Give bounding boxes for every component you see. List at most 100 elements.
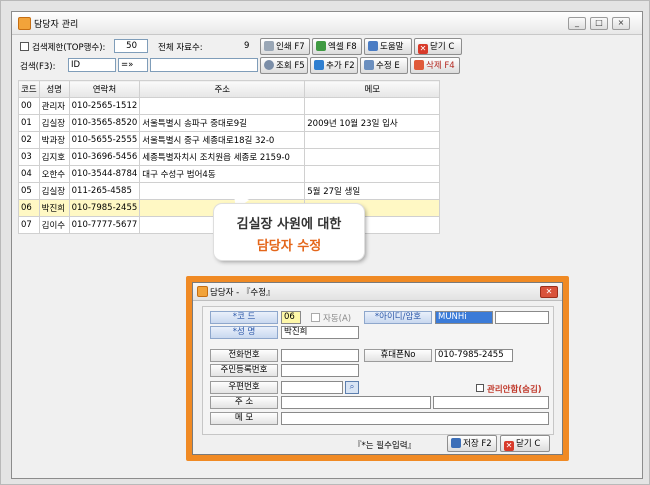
app-icon <box>18 17 31 30</box>
help-label: 도움말 <box>380 42 404 52</box>
table-cell: 대구 수성구 범어4동 <box>139 165 306 183</box>
table-cell: 서울특별시 송파구 중대로9길 <box>139 114 306 132</box>
admin-hide-label: 관리안함(숨김) <box>487 385 542 395</box>
code-field[interactable]: 06 <box>281 311 301 324</box>
save-button[interactable]: 저장 F2 <box>447 435 497 452</box>
table-cell: 김이수 <box>38 216 70 234</box>
help-book-icon <box>368 41 378 51</box>
table-cell <box>304 148 441 166</box>
rrn-label: 주민등록번호 <box>210 364 278 377</box>
plus-icon <box>314 60 324 70</box>
table-cell: 2009년 10월 23일 입사 <box>304 114 441 132</box>
search-limit-label: 검색제한(TOP행수): <box>32 43 106 53</box>
table-cell: 관리자 <box>38 97 70 115</box>
auto-label: 자동(A) <box>323 314 352 324</box>
close-button[interactable]: ✕ 닫기 C <box>414 38 462 55</box>
table-cell: 010-5655-2555 <box>68 131 141 149</box>
header-address[interactable]: 주소 <box>139 80 306 98</box>
table-cell: 010-3565-8520 <box>68 114 141 132</box>
table-cell <box>304 131 441 149</box>
header-memo[interactable]: 메모 <box>304 80 441 98</box>
table-cell: 010-2565-1512 <box>68 97 141 115</box>
password-field[interactable] <box>495 311 549 324</box>
table-cell: 06 <box>18 199 40 217</box>
callout-line1: 김실장 사원에 대한 <box>236 217 342 232</box>
mobile-field[interactable]: 010-7985-2455 <box>435 349 513 362</box>
maximize-button[interactable]: □ <box>590 17 608 30</box>
edit-staff-dialog: 담당자 - 『수정』 ✕ *코 드 06 자동(A) *아이디/암호 MUNHi… <box>192 282 563 455</box>
name-field[interactable]: 박진희 <box>281 326 359 339</box>
table-cell: 02 <box>18 131 40 149</box>
id-field[interactable]: MUNHi <box>435 311 493 324</box>
table-cell: 010-7985-2455 <box>68 199 141 217</box>
screenshot-frame: 담당자 관리 _ □ × 검색제한(TOP행수): 50 전체 자료수: 9 인… <box>0 0 650 485</box>
table-row[interactable]: 04 오한수 010-3544-8784 대구 수성구 범어4동 <box>18 165 441 183</box>
table-cell: 01 <box>18 114 40 132</box>
dialog-close-icon[interactable]: ✕ <box>540 286 558 298</box>
table-row[interactable]: 02 박과장 010-5655-2555 서울특별시 중구 세종대로18길 32-0 <box>18 131 441 149</box>
delete-label: 삭제 F4 <box>426 61 455 71</box>
table-cell: 세종특별자치시 조치원읍 세종로 2159-0 <box>139 148 306 166</box>
table-cell: 05 <box>18 182 40 200</box>
query-button[interactable]: 조회 F5 <box>260 57 308 74</box>
mobile-label: 휴대폰No <box>364 349 432 362</box>
table-cell: 5월 27일 생일 <box>304 182 441 200</box>
print-button[interactable]: 인쇄 F7 <box>260 38 310 55</box>
excel-icon <box>316 41 326 51</box>
close-window-button[interactable]: × <box>612 17 630 30</box>
table-cell: 03 <box>18 148 40 166</box>
dialog-title-bar: 담당자 - 『수정』 ✕ <box>193 283 562 301</box>
add-button[interactable]: 추가 F2 <box>310 57 358 74</box>
table-row[interactable]: 03 김지호 010-3696-5456 세종특별자치시 조치원읍 세종로 2159-… <box>18 148 441 166</box>
excel-button[interactable]: 엑셀 F8 <box>312 38 362 55</box>
edit-button[interactable]: 수정 E <box>360 57 408 74</box>
table-cell: 김실장 <box>38 182 70 200</box>
code-label: *코 드 <box>210 311 278 324</box>
id-password-label: *아이디/암호 <box>364 311 432 324</box>
search-label: 검색(F3): <box>20 62 56 72</box>
query-label: 조회 F5 <box>276 61 305 71</box>
close-x-icon: ✕ <box>418 44 428 54</box>
search-input[interactable] <box>150 58 258 72</box>
table-cell: 010-7777-5677 <box>68 216 141 234</box>
table-row[interactable]: 01 김실장 010-3565-8520 서울특별시 송파구 중대로9길 2009년 1… <box>18 114 441 132</box>
table-cell: 04 <box>18 165 40 183</box>
search-limit-checkbox[interactable] <box>20 42 29 51</box>
annotation-callout: 김실장 사원에 대한 담당자 수정 <box>214 204 364 260</box>
memo-field[interactable] <box>281 412 549 425</box>
magnifier-icon <box>264 60 274 70</box>
minimize-button[interactable]: _ <box>568 17 586 30</box>
dialog-highlight: 담당자 - 『수정』 ✕ *코 드 06 자동(A) *아이디/암호 MUNHi… <box>186 276 569 461</box>
table-cell <box>139 182 306 200</box>
zipcode-field[interactable] <box>281 381 343 394</box>
header-phone[interactable]: 연락처 <box>68 80 141 98</box>
address-field-2[interactable] <box>433 396 549 409</box>
header-name[interactable]: 성명 <box>38 80 70 98</box>
callout-line2: 담당자 수정 <box>256 239 322 254</box>
dialog-form-panel: *코 드 06 자동(A) *아이디/암호 MUNHi *성 명 박진희 전화번… <box>202 306 554 435</box>
header-code[interactable]: 코드 <box>18 80 40 98</box>
rrn-field[interactable] <box>281 364 359 377</box>
excel-label: 엑셀 F8 <box>328 42 357 52</box>
table-cell: 07 <box>18 216 40 234</box>
help-button[interactable]: 도움말 <box>364 38 412 55</box>
dialog-close-button[interactable]: ✕ 닫기 C <box>500 435 550 452</box>
save-disk-icon <box>451 438 461 448</box>
table-cell: 김실장 <box>38 114 70 132</box>
search-operator-select[interactable]: =» <box>118 58 148 72</box>
zipcode-search-icon[interactable]: ⌕ <box>345 381 359 394</box>
table-cell: 서울특별시 중구 세종대로18길 32-0 <box>139 131 306 149</box>
table-row[interactable]: 00 관리자 010-2565-1512 <box>18 97 441 115</box>
table-cell: 오한수 <box>38 165 70 183</box>
table-cell <box>139 97 306 115</box>
admin-hide-checkbox[interactable] <box>476 384 484 392</box>
delete-button[interactable]: 삭제 F4 <box>410 57 460 74</box>
main-window: 담당자 관리 _ □ × 검색제한(TOP행수): 50 전체 자료수: 9 인… <box>11 11 643 479</box>
printer-icon <box>264 41 274 51</box>
phone-field[interactable] <box>281 349 359 362</box>
search-limit-spinner[interactable]: 50 <box>114 39 148 53</box>
auto-checkbox[interactable] <box>311 313 320 322</box>
search-field-select[interactable]: ID <box>68 58 116 72</box>
zipcode-label: 우편번호 <box>210 381 278 394</box>
address-field-1[interactable] <box>281 396 431 409</box>
